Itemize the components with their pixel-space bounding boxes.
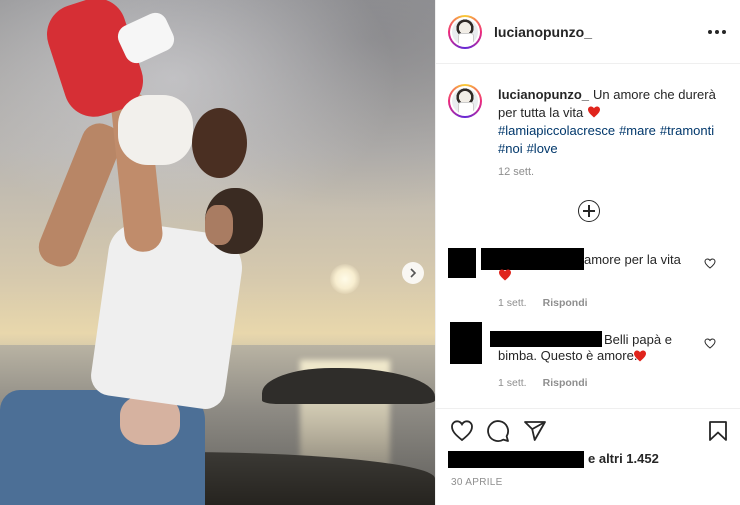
caption-username[interactable]: lucianopunzo_ [498,87,589,102]
post-date[interactable]: 30 APRILE [451,477,503,488]
post-side-panel: lucianopunzo_ lucianopunzo_ Un amore che … [435,0,740,505]
chevron-right-icon [410,268,417,278]
send-icon[interactable] [523,419,547,443]
hashtag-link[interactable]: #noi [498,141,523,156]
caption-time: 12 sett. [498,166,535,178]
red-heart-emoji-icon [587,106,600,118]
post-caption: lucianopunzo_ Un amore che durerà per tut… [498,86,728,158]
redacted-username [490,331,602,347]
comment-time: 1 sett. [498,377,527,389]
redacted-avatar [450,322,482,364]
comment-meta: 1 sett. Rispondi [498,377,588,389]
redacted-liker [448,451,584,468]
next-photo-button[interactable] [402,262,424,284]
comment-text-line2: bimba. Questo è amore. [498,348,638,363]
comment-like-heart-icon[interactable] [704,258,716,269]
hashtag-link[interactable]: #mare [619,123,656,138]
heart-icon[interactable] [450,419,474,443]
comment-text: amore per la vita [584,252,681,267]
post-header: lucianopunzo_ [436,0,740,64]
hashtag-link[interactable]: #love [527,141,558,156]
avatar-image [452,19,478,45]
sun [330,264,360,294]
comment-time: 1 sett. [498,297,527,309]
hashtag-link[interactable]: #lamiapiccolacresce [498,123,615,138]
comment-meta: 1 sett. Rispondi [498,297,588,309]
comment-icon[interactable] [486,419,510,443]
comment-like-heart-icon[interactable] [704,338,716,349]
hashtag-link[interactable]: #tramonti [660,123,714,138]
caption-avatar[interactable] [448,84,482,118]
red-heart-emoji-icon [499,269,511,281]
redacted-avatar [448,248,476,278]
child-hair [192,108,247,178]
red-heart-emoji-icon [634,350,646,362]
bookmark-icon[interactable] [706,419,730,443]
more-icon[interactable] [708,24,728,40]
add-comment-icon[interactable] [578,200,600,222]
reply-button[interactable]: Rispondi [543,297,588,309]
child-body [118,95,193,165]
likes-count[interactable]: e altri 1.452 [588,451,659,466]
man-face [205,205,233,245]
avatar-image [452,88,478,114]
redacted-username [481,248,584,270]
header-username[interactable]: lucianopunzo_ [494,24,592,40]
avatar[interactable] [448,15,482,49]
action-bar [436,408,740,448]
reply-button[interactable]: Rispondi [543,377,588,389]
post-photo [0,0,435,505]
hashtags: #lamiapiccolacresce #mare #tramonti #noi #l… [498,122,728,158]
